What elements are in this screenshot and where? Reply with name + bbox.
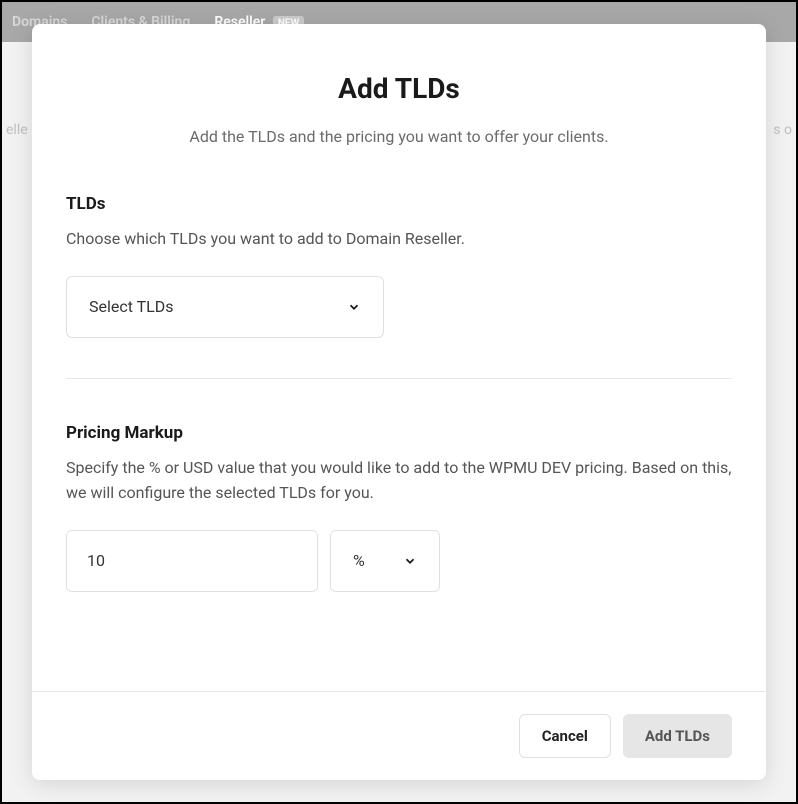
markup-unit-label: % [353,551,365,570]
add-tlds-modal: Add TLDs Add the TLDs and the pricing yo… [32,24,766,780]
bg-left: elle [6,122,28,138]
bg-right: s o [773,122,792,138]
pricing-description: Specify the % or USD value that you woul… [66,455,732,506]
tlds-heading: TLDs [66,194,732,214]
modal-footer: Cancel Add TLDs [32,691,766,780]
pricing-heading: Pricing Markup [66,423,732,443]
tlds-description: Choose which TLDs you want to add to Dom… [66,226,732,252]
select-tlds-dropdown[interactable]: Select TLDs [66,276,384,338]
markup-value-input[interactable] [66,530,318,592]
select-tlds-label: Select TLDs [89,297,174,316]
modal-title: Add TLDs [66,72,732,105]
cancel-button[interactable]: Cancel [519,714,611,758]
pricing-input-row: % [66,530,732,592]
modal-body: Add TLDs Add the TLDs and the pricing yo… [32,24,766,691]
section-divider [66,378,732,379]
modal-subtitle: Add the TLDs and the pricing you want to… [66,127,732,146]
markup-unit-dropdown[interactable]: % [330,530,440,592]
chevron-down-icon [403,554,417,568]
add-tlds-button[interactable]: Add TLDs [623,714,732,758]
chevron-down-icon [347,300,361,314]
